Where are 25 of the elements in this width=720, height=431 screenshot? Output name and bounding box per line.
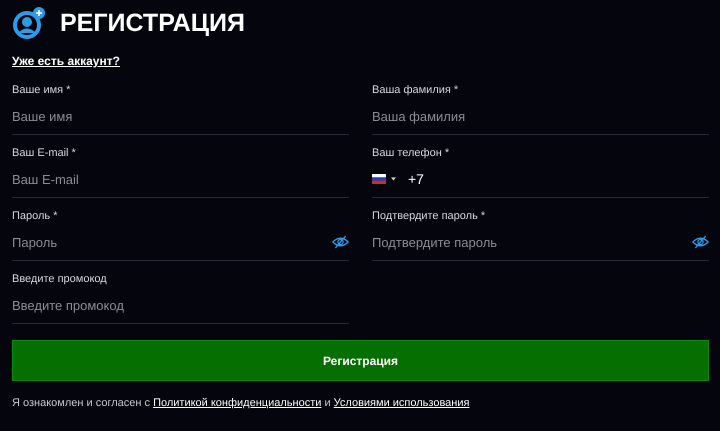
eye-slash-icon[interactable]	[332, 235, 349, 249]
privacy-link[interactable]: Политикой конфиденциальности	[153, 397, 322, 409]
field-label: Ваше имя *	[12, 84, 72, 98]
page-title: РЕГИСТРАЦИЯ	[60, 8, 245, 38]
input-field[interactable]: Ваш E-mail	[12, 161, 349, 197]
field-label: Подтвердите пароль *	[372, 210, 486, 224]
input-field[interactable]: Введите промокод	[12, 287, 349, 323]
eye-slash-icon[interactable]	[692, 235, 709, 249]
field-label: Введите промокод	[12, 273, 108, 287]
field-label: Пароль *	[12, 210, 59, 224]
login-link[interactable]: Уже есть аккаунт?	[12, 54, 120, 68]
consent-text: Я ознакомлен и согласен с Политикой конфиденциальности и Условиями использования	[12, 397, 470, 409]
terms-link[interactable]: Условиями использования	[334, 397, 470, 409]
field-label: Ваш телефон *	[372, 147, 450, 161]
input-field[interactable]: Пароль	[12, 224, 328, 260]
input-field[interactable]: Подтвердите пароль	[372, 224, 688, 260]
caret-icon	[391, 177, 396, 181]
phone-field[interactable]: +7	[408, 161, 709, 197]
register-button[interactable]: Регистрация	[12, 340, 709, 381]
user-add-icon	[12, 6, 46, 40]
field-label: Ваш E-mail *	[12, 147, 77, 161]
flag-icon	[372, 174, 386, 184]
field-label: Ваша фамилия *	[372, 84, 460, 98]
input-field[interactable]: Ваша фамилия	[372, 98, 709, 134]
input-field[interactable]: Ваше имя	[12, 98, 349, 134]
